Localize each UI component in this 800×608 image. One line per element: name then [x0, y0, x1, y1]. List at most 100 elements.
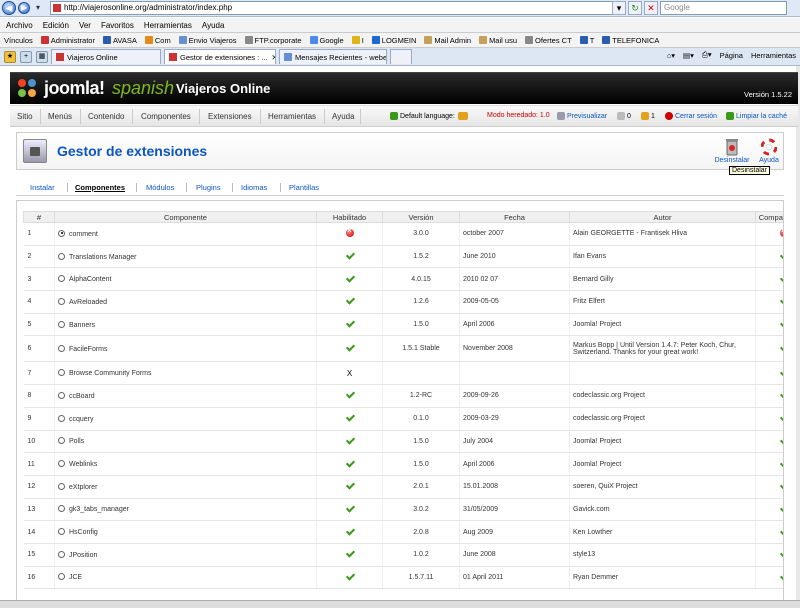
menu-contenido[interactable]: Contenido — [88, 112, 124, 121]
row-select-radio[interactable] — [58, 505, 65, 513]
uninstall-button[interactable]: Desinstalar — [714, 138, 750, 168]
favorite-link[interactable]: TELEFONICA — [602, 36, 659, 45]
search-input[interactable]: Google — [660, 1, 787, 15]
favorite-link[interactable]: FTP.corporate — [244, 36, 302, 45]
menu-componentes[interactable]: Componentes — [141, 112, 191, 121]
favorite-link[interactable]: AVASA — [102, 36, 137, 45]
row-select-radio[interactable] — [58, 229, 65, 237]
messages-count[interactable]: 0 — [617, 112, 631, 120]
menu-ayuda[interactable]: Ayuda — [332, 112, 355, 121]
favorites-star-icon[interactable]: ★ — [4, 50, 16, 63]
menu-ayuda[interactable]: Ayuda — [202, 21, 225, 30]
enabled-check-icon[interactable] — [345, 505, 354, 512]
favorite-link[interactable]: Google — [309, 36, 344, 45]
tools-menu[interactable]: Herramientas — [751, 51, 796, 60]
enabled-check-icon[interactable] — [345, 482, 354, 489]
add-favorite-icon[interactable]: + — [20, 50, 32, 63]
menu-sitio[interactable]: Sitio — [17, 112, 33, 121]
menu-edicion[interactable]: Edición — [43, 21, 69, 30]
row-select-radio[interactable] — [58, 344, 65, 352]
author-cell: style13 — [569, 543, 756, 567]
tab-plugins[interactable]: Plugins — [196, 183, 221, 192]
enabled-check-icon[interactable] — [345, 528, 354, 535]
enabled-check-icon[interactable] — [345, 550, 354, 557]
browser-tab[interactable]: Viajeros Online — [51, 49, 161, 64]
row-select-radio[interactable] — [58, 482, 65, 490]
link-icon — [178, 36, 187, 44]
row-select-radio[interactable] — [58, 573, 65, 581]
tab-plantillas[interactable]: Plantillas — [289, 183, 319, 192]
quick-tabs-icon[interactable]: ▦ — [36, 50, 48, 63]
menu-extensiones[interactable]: Extensiones — [208, 112, 252, 121]
row-select-radio[interactable] — [58, 528, 65, 536]
refresh-icon[interactable]: ↻ — [628, 1, 642, 15]
stop-icon[interactable]: ✕ — [644, 1, 658, 15]
page-menu[interactable]: Página — [720, 51, 743, 60]
history-dropdown-icon[interactable]: ▾ — [32, 2, 44, 14]
clear-cache-link[interactable]: Limpiar la caché — [726, 112, 787, 120]
new-tab-button[interactable] — [390, 49, 412, 64]
menu-herramientas[interactable]: Herramientas — [268, 112, 316, 121]
page-title: Gestor de extensiones — [57, 143, 208, 159]
favorite-link[interactable]: I — [351, 36, 364, 45]
row-select-radio[interactable] — [58, 437, 65, 445]
url-field[interactable]: http://viajerosonline.org/administrator/… — [50, 1, 622, 15]
tab-componentes[interactable]: Componentes — [75, 183, 125, 192]
favorite-link[interactable]: T — [579, 36, 594, 45]
vertical-scrollbar[interactable] — [796, 66, 800, 600]
menu-menus[interactable]: Menús — [48, 112, 72, 121]
favorite-link[interactable]: Mail usu — [479, 36, 517, 45]
favorite-link[interactable]: Envio Viajeros — [178, 36, 237, 45]
tab-idiomas[interactable]: Idiomas — [241, 183, 267, 192]
browser-tab-active[interactable]: Gestor de extensiones : ...✕ — [164, 49, 276, 64]
favorite-link[interactable]: LOGMEIN — [371, 36, 416, 45]
back-icon[interactable]: ◀ — [2, 1, 16, 15]
column-header[interactable]: Habilitado — [316, 211, 383, 223]
enabled-check-icon[interactable] — [345, 275, 354, 282]
enabled-check-icon[interactable] — [345, 460, 354, 467]
row-select-radio[interactable] — [58, 320, 65, 328]
print-icon[interactable]: ⎙▾ — [702, 50, 712, 60]
disabled-x-icon[interactable] — [345, 226, 354, 237]
column-header[interactable]: Autor — [569, 211, 756, 223]
enabled-check-icon[interactable] — [345, 320, 354, 327]
home-icon[interactable]: ⌂▾ — [667, 51, 675, 60]
help-button[interactable]: Ayuda — [755, 138, 783, 168]
favorite-link[interactable]: Mail Admin — [424, 36, 471, 45]
column-header[interactable]: Fecha — [459, 211, 570, 223]
row-select-radio[interactable] — [58, 460, 65, 468]
enabled-check-icon[interactable] — [345, 252, 354, 259]
close-tab-icon[interactable]: ✕ — [272, 53, 275, 62]
row-select-radio[interactable] — [58, 391, 65, 399]
compatibility-cell — [755, 361, 783, 386]
browser-tab[interactable]: Mensajes Recientes - webe... — [279, 49, 387, 64]
row-select-radio[interactable] — [58, 550, 65, 558]
favorite-link[interactable]: Administrator — [40, 36, 95, 45]
tab-instalar[interactable]: Instalar — [30, 183, 55, 192]
row-select-radio[interactable] — [58, 369, 65, 377]
enabled-check-icon[interactable] — [345, 414, 354, 421]
row-select-radio[interactable] — [58, 297, 65, 305]
feeds-icon[interactable]: ▤▾ — [683, 51, 694, 60]
menu-herramientas[interactable]: Herramientas — [144, 21, 192, 30]
favorite-link[interactable]: Com — [144, 36, 171, 45]
column-header[interactable]: Versión — [382, 211, 460, 223]
logout-link[interactable]: Cerrar sesión — [665, 112, 717, 120]
forward-icon[interactable]: ▶ — [18, 2, 30, 14]
enabled-check-icon[interactable] — [345, 573, 354, 580]
enabled-check-icon[interactable] — [345, 437, 354, 444]
row-select-radio[interactable] — [58, 275, 65, 283]
favorite-link[interactable]: Ofertes CT — [525, 36, 572, 45]
enabled-check-icon[interactable] — [345, 391, 354, 398]
menu-ver[interactable]: Ver — [79, 21, 91, 30]
enabled-check-icon[interactable] — [345, 344, 354, 351]
column-header[interactable]: Componente — [54, 211, 317, 223]
menu-favoritos[interactable]: Favoritos — [101, 21, 134, 30]
enabled-check-icon[interactable] — [345, 297, 354, 304]
url-dropdown-icon[interactable]: ▾ — [612, 1, 626, 15]
menu-archivo[interactable]: Archivo — [6, 21, 33, 30]
row-select-radio[interactable] — [58, 414, 65, 422]
tab-modulos[interactable]: Módulos — [146, 183, 174, 192]
preview-link[interactable]: Previsualizar — [557, 112, 607, 120]
row-select-radio[interactable] — [58, 252, 65, 260]
